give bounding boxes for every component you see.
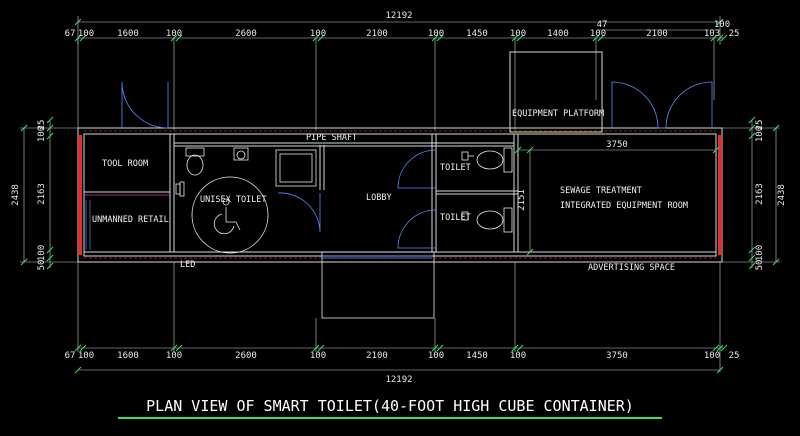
top-dim-13: 2100 [646, 29, 668, 39]
sewage-room-width: 3750 [606, 140, 628, 150]
led-label: LED [180, 260, 195, 270]
bottom-dimensions: 67 100 1600 100 2600 100 2100 100 1450 1… [65, 262, 740, 385]
bottom-dim-4: 100 [166, 351, 182, 361]
toilet-lower-label: TOILET [440, 213, 471, 223]
top-dim-8: 100 [428, 29, 444, 39]
bottom-dim-13: 25 [729, 351, 740, 361]
top-dim-14: 103 [704, 29, 720, 39]
bottom-dim-9: 1450 [466, 351, 488, 361]
right-outer-dimension: 2438 [777, 184, 787, 206]
bottom-dim-8: 100 [428, 351, 444, 361]
toilet-bowl-icon [185, 147, 205, 176]
right-dim-100-top: 100 [755, 126, 765, 142]
sink-icon [233, 147, 249, 161]
bottom-total-dimension: 12192 [385, 375, 412, 385]
turning-circle [191, 176, 269, 254]
tool-room-label: TOOL ROOM [102, 159, 148, 169]
top-dim-6: 100 [310, 29, 326, 39]
top-dim-12: 100 [590, 29, 606, 39]
bottom-dim-10: 100 [510, 351, 526, 361]
top-dim-10: 100 [510, 29, 526, 39]
top-dim-3: 1600 [117, 29, 139, 39]
left-dim-100-bottom: 100 [37, 245, 47, 261]
sewage-room-label-line2: INTEGRATED EQUIPMENT ROOM [560, 201, 688, 211]
bottom-dim-6: 100 [310, 351, 326, 361]
doors [85, 81, 713, 319]
plan-drawing: 12192 47 100 67 100 1600 100 2600 100 21… [11, 11, 787, 419]
right-end-column [718, 135, 722, 255]
top-total-dimension: 12192 [385, 11, 412, 21]
unmanned-retail-label: UNMANNED RETAIL [92, 215, 169, 225]
top-dim-9: 1450 [466, 29, 488, 39]
right-dim-2163: 2163 [755, 183, 765, 205]
sewage-room: 3750 2151 SEWAGE TREATMENT INTEGRATED EQ… [514, 140, 720, 256]
drawing-title: PLAN VIEW OF SMART TOILET(40-FOOT HIGH C… [118, 397, 662, 419]
left-outer-dimension: 2438 [11, 184, 21, 206]
toilet-upper-label: TOILET [440, 163, 471, 173]
right-dim-100-bottom: 100 [755, 245, 765, 261]
title-text: PLAN VIEW OF SMART TOILET(40-FOOT HIGH C… [146, 397, 634, 415]
top-dim-4: 100 [166, 29, 182, 39]
top-dim-1: 67 [65, 29, 76, 39]
bottom-dim-5: 2600 [235, 351, 257, 361]
bottom-dim-12: 100 [704, 351, 720, 361]
bottom-dim-11: 3750 [606, 351, 628, 361]
top-dim-7: 2100 [366, 29, 388, 39]
advertising-space-label: ADVERTISING SPACE [588, 263, 675, 273]
sewage-room-depth: 2151 [517, 189, 527, 211]
left-dim-100-top: 100 [37, 126, 47, 142]
left-dim-2163: 2163 [37, 183, 47, 205]
bottom-dim-1: 67 [65, 351, 76, 361]
bottom-dim-3: 1600 [117, 351, 139, 361]
lobby-label: LOBBY [366, 193, 392, 203]
bottom-dim-7: 2100 [366, 351, 388, 361]
right-dimensions: 2438 25 100 2163 100 50 [722, 116, 787, 271]
equipment-platform: EQUIPMENT PLATFORM [509, 51, 604, 133]
equipment-platform-label: EQUIPMENT PLATFORM [512, 109, 604, 119]
sewage-room-label-line1: SEWAGE TREATMENT [560, 186, 642, 196]
top-dim-11: 1400 [547, 29, 569, 39]
top-dimensions: 12192 47 100 67 100 1600 100 2600 100 21… [65, 11, 740, 130]
bottom-dim-2: 100 [78, 351, 94, 361]
left-end-column [78, 135, 82, 255]
top-dim-5: 2600 [235, 29, 257, 39]
top-dim-15: 25 [729, 29, 740, 39]
left-dim-50: 50 [37, 260, 47, 271]
pipe-shaft-label: PIPE SHAFT [306, 133, 357, 143]
top-dim-2: 100 [78, 29, 94, 39]
partitions [84, 134, 519, 252]
right-dim-50: 50 [755, 260, 765, 271]
left-dimensions: 2438 25 100 2163 100 50 [11, 116, 78, 271]
unisex-toilet-label: UNISEX TOILET [200, 195, 267, 205]
